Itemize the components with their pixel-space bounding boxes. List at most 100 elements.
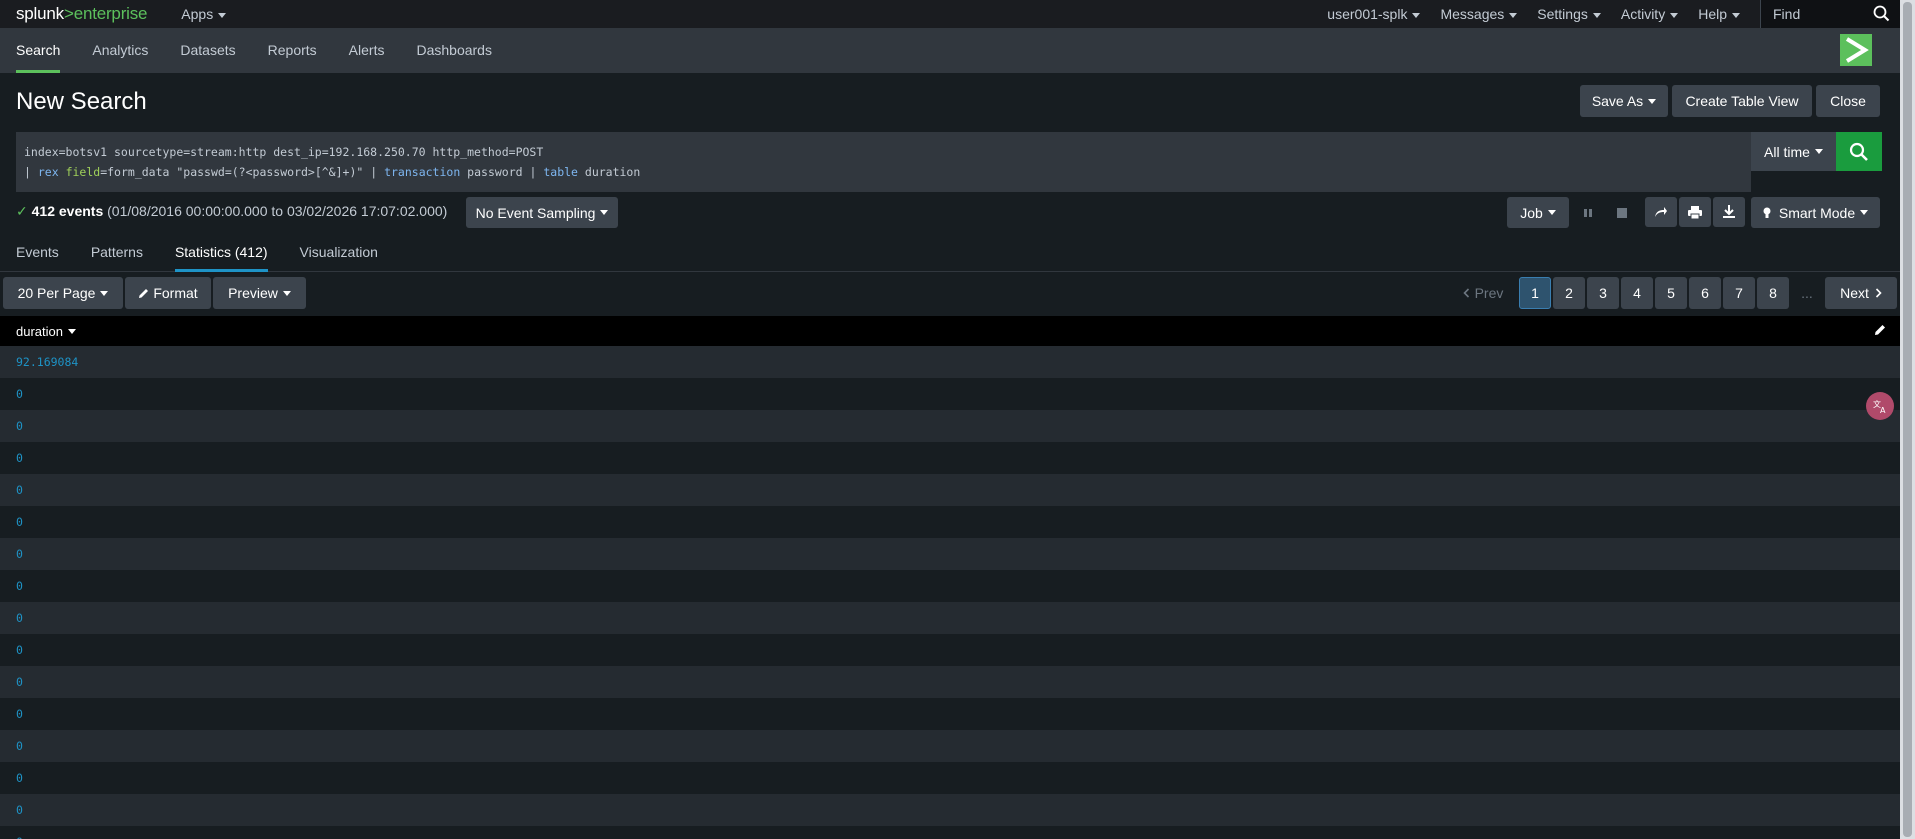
svg-text:A: A xyxy=(1880,406,1886,414)
search-query-input[interactable]: index=botsv1 sourcetype=stream:http dest… xyxy=(16,132,1751,192)
page-2-button[interactable]: 2 xyxy=(1553,277,1585,309)
caret-down-icon xyxy=(1547,210,1556,215)
sort-down-icon[interactable] xyxy=(67,328,76,334)
user-menu-label: user001-splk xyxy=(1327,6,1408,22)
prev-label: Prev xyxy=(1474,285,1504,301)
nav-alerts[interactable]: Alerts xyxy=(333,28,401,73)
apps-menu[interactable]: Apps xyxy=(181,6,227,22)
tab-visualization[interactable]: Visualization xyxy=(284,240,394,272)
export-icon[interactable] xyxy=(1713,197,1745,227)
page-1-button[interactable]: 1 xyxy=(1519,277,1551,309)
save-as-button[interactable]: Save As xyxy=(1580,85,1668,117)
duration-cell[interactable]: 0 xyxy=(16,611,23,625)
duration-cell[interactable]: 0 xyxy=(16,771,23,785)
page-scrollbar[interactable] xyxy=(1900,0,1915,839)
job-menu[interactable]: Job xyxy=(1507,197,1569,228)
duration-cell[interactable]: 0 xyxy=(16,643,23,657)
table-row: 0 xyxy=(0,378,1900,410)
per-page-dropdown[interactable]: 20 Per Page xyxy=(3,277,123,309)
search-mode-dropdown[interactable]: Smart Mode xyxy=(1751,197,1880,228)
duration-cell[interactable]: 0 xyxy=(16,707,23,721)
activity-menu[interactable]: Activity xyxy=(1620,6,1679,22)
tab-statistics[interactable]: Statistics (412) xyxy=(159,240,284,272)
tab-events[interactable]: Events xyxy=(0,240,75,272)
pencil-icon[interactable] xyxy=(1874,324,1886,336)
print-icon[interactable] xyxy=(1679,197,1711,227)
duration-cell[interactable]: 0 xyxy=(16,515,23,529)
query-command-rex: rex xyxy=(37,165,59,179)
preview-dropdown[interactable]: Preview xyxy=(213,277,306,309)
time-range-picker[interactable]: All time xyxy=(1751,132,1836,171)
query-line-2: | rex field=form_data "passwd=(?<passwor… xyxy=(24,162,1743,182)
event-sampling-dropdown[interactable]: No Event Sampling xyxy=(466,197,618,228)
chevron-left-icon xyxy=(1462,288,1469,298)
page-7-button[interactable]: 7 xyxy=(1723,277,1755,309)
query-command-table: table xyxy=(543,165,578,179)
table-row: 0 xyxy=(0,602,1900,634)
pause-icon[interactable] xyxy=(1576,197,1600,228)
duration-cell[interactable]: 0 xyxy=(16,675,23,689)
caret-down-icon xyxy=(1412,12,1421,18)
duration-cell[interactable]: 0 xyxy=(16,803,23,817)
table-row: 0 xyxy=(0,730,1900,762)
activity-menu-label: Activity xyxy=(1620,6,1666,22)
page-3-button[interactable]: 3 xyxy=(1587,277,1619,309)
settings-menu-label: Settings xyxy=(1537,6,1588,22)
stop-icon[interactable] xyxy=(1610,197,1634,228)
search-mode-label: Smart Mode xyxy=(1778,204,1856,221)
lightbulb-icon xyxy=(1763,207,1771,218)
help-menu[interactable]: Help xyxy=(1698,6,1740,22)
top-bar: splunk>enterprise Apps user001-splk Mess… xyxy=(0,0,1900,28)
duration-cell[interactable]: 92.169084 xyxy=(16,355,78,369)
find-input[interactable]: Find xyxy=(1760,0,1900,28)
duration-cell[interactable]: 0 xyxy=(16,579,23,593)
settings-menu[interactable]: Settings xyxy=(1537,6,1601,22)
column-header-duration[interactable]: duration xyxy=(16,324,63,339)
duration-cell[interactable]: 0 xyxy=(16,547,23,561)
pagination-ellipsis: ... xyxy=(1801,285,1813,301)
page-6-button[interactable]: 6 xyxy=(1689,277,1721,309)
duration-cell[interactable]: 0 xyxy=(16,451,23,465)
close-button[interactable]: Close xyxy=(1816,85,1880,117)
preview-label: Preview xyxy=(228,285,278,301)
share-icon[interactable] xyxy=(1645,197,1677,227)
chevron-right-icon xyxy=(1875,288,1882,298)
user-menu[interactable]: user001-splk xyxy=(1327,6,1421,22)
table-row: 92.169084 xyxy=(0,346,1900,378)
table-row: 0 xyxy=(0,794,1900,826)
duration-cell[interactable]: 0 xyxy=(16,835,23,839)
run-search-button[interactable] xyxy=(1836,132,1882,171)
create-table-view-button[interactable]: Create Table View xyxy=(1672,85,1812,117)
page-8-button[interactable]: 8 xyxy=(1757,277,1789,309)
nav-analytics[interactable]: Analytics xyxy=(76,28,164,73)
translate-icon[interactable]: 文A xyxy=(1866,392,1894,420)
page-5-button[interactable]: 5 xyxy=(1655,277,1687,309)
nav-reports[interactable]: Reports xyxy=(252,28,333,73)
query-space xyxy=(59,165,66,179)
tab-patterns[interactable]: Patterns xyxy=(75,240,159,272)
format-button[interactable]: Format xyxy=(125,277,211,309)
duration-cell[interactable]: 0 xyxy=(16,419,23,433)
messages-menu[interactable]: Messages xyxy=(1440,6,1518,22)
scrollbar-thumb[interactable] xyxy=(1903,2,1912,837)
search-icon[interactable] xyxy=(1873,5,1890,22)
page-4-button[interactable]: 4 xyxy=(1621,277,1653,309)
nav-datasets[interactable]: Datasets xyxy=(164,28,251,73)
prev-page-button[interactable]: Prev xyxy=(1452,277,1514,309)
save-as-label: Save As xyxy=(1591,93,1644,109)
duration-cell[interactable]: 0 xyxy=(16,387,23,401)
query-arg-field: field xyxy=(65,165,101,179)
nav-dashboards[interactable]: Dashboards xyxy=(400,28,508,73)
app-logo-icon[interactable] xyxy=(1840,34,1872,66)
messages-menu-label: Messages xyxy=(1440,6,1505,22)
splunk-logo[interactable]: splunk>enterprise xyxy=(16,4,147,24)
query-command-transaction: transaction xyxy=(384,165,461,179)
results-table-body: 92.169084 0 0 0 0 0 0 0 0 0 0 0 0 0 0 0 xyxy=(0,346,1900,839)
caret-down-icon xyxy=(600,210,609,215)
nav-search[interactable]: Search xyxy=(0,28,76,73)
next-page-button[interactable]: Next xyxy=(1825,277,1897,309)
duration-cell[interactable]: 0 xyxy=(16,483,23,497)
table-row: 0 xyxy=(0,666,1900,698)
duration-cell[interactable]: 0 xyxy=(16,739,23,753)
table-row: 0 xyxy=(0,506,1900,538)
